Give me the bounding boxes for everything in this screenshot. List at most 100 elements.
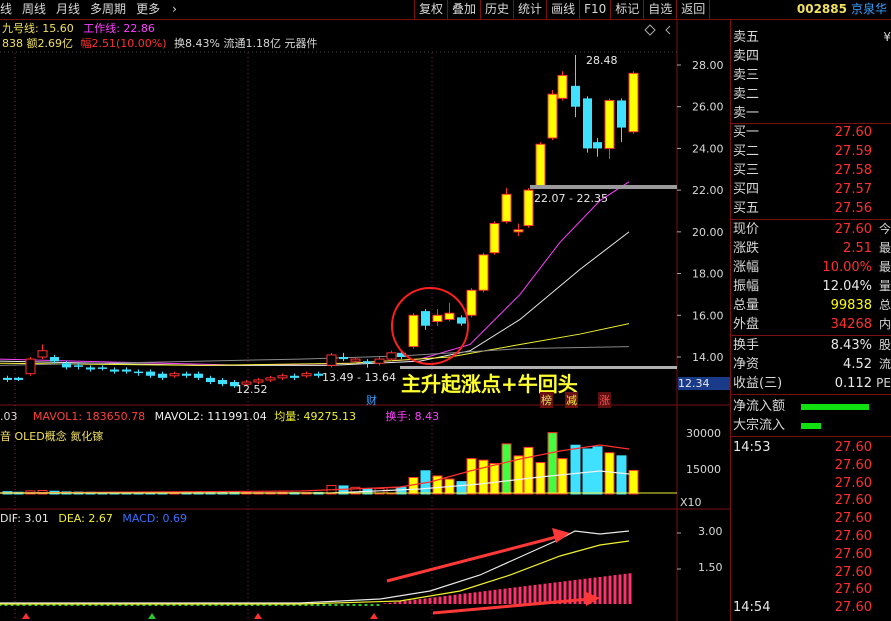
kline-chart-svg[interactable]: 28.00 26.00 24.00 22.00 20.00 18.00 16.00 14.00: [0, 19, 730, 621]
tick-row[interactable]: 27.60: [731, 456, 891, 474]
stat-row-4: 总量 99838 总: [731, 296, 891, 315]
tick-price: 27.60: [834, 600, 872, 616]
stat2-row-0-tail: 股: [878, 338, 891, 352]
candle-body: [290, 375, 299, 378]
ask-level-5-tail: ¥: [883, 30, 891, 44]
work-line-value: 工作线: 22.86: [83, 22, 155, 35]
turnover-rate-value: 换手: 8.43: [385, 410, 440, 423]
candle-body: [265, 377, 276, 381]
candle-body: [374, 358, 385, 364]
nine-line-value: 九号线: 15.60: [2, 22, 74, 35]
watchlist-button[interactable]: 自选: [643, 0, 676, 19]
flow-row-1-label: 大宗流入: [733, 418, 786, 433]
tab-more[interactable]: 更多 ›: [136, 1, 187, 18]
candle-body: [547, 93, 558, 139]
diamond-icon[interactable]: [644, 24, 656, 36]
bid-level-3: 买三 27.58: [731, 161, 891, 180]
candle-body: [74, 365, 83, 367]
volume-bar: [592, 446, 603, 495]
breakout-circle: [391, 287, 469, 365]
statistics-button[interactable]: 统计: [513, 0, 546, 19]
reduce-holding-marker[interactable]: 减: [565, 392, 578, 408]
tick-price: 27.60: [834, 546, 872, 562]
period-tabs: 线 周线 月线 多周期 更多 ›: [0, 1, 197, 18]
dif-value: DIF: 3.01: [0, 512, 49, 525]
tick-price: 27.60: [834, 582, 872, 598]
stat-row-5: 外盘 34268 内: [731, 315, 891, 334]
ask-level-2-label: 卖二: [733, 87, 760, 102]
volume-bar: [616, 455, 627, 495]
candle-body: [386, 352, 397, 360]
volume-header: .03 MAVOL1: 183650.78 MAVOL2: 111991.04 …: [0, 408, 439, 424]
stock-title: 002885 京泉华: [797, 1, 887, 18]
f10-button[interactable]: F10: [579, 0, 610, 19]
stat2-row-0: 换手 8.43% 股: [731, 336, 891, 355]
tick-price: 27.60: [834, 511, 872, 527]
restore-rights-button[interactable]: 复权: [414, 0, 447, 19]
tick-row[interactable]: 27.60: [731, 527, 891, 545]
candle-body: [444, 312, 455, 320]
bid-level-3-value: 27.58: [834, 163, 872, 178]
tool-buttons: 复权 叠加 历史 统计 画线 F10 标记 自选 返回: [414, 0, 711, 19]
stat-row-3-tail: 量: [878, 279, 891, 293]
finance-marker[interactable]: 财: [366, 392, 377, 408]
bid-level-5: 买五 27.56: [731, 199, 891, 218]
bid-level-5-label: 买五: [733, 201, 760, 216]
bid-level-4-value: 27.57: [834, 182, 872, 197]
dragon-tiger-marker[interactable]: 榜: [540, 392, 553, 408]
signal-arrow: [254, 613, 262, 619]
price-axis-label: 18.00: [692, 268, 724, 281]
candle-body: [110, 369, 119, 372]
candle-body: [50, 357, 59, 362]
bid-level-1-label: 买一: [733, 125, 760, 140]
tick-price: 27.60: [834, 457, 872, 473]
tab-multi-period[interactable]: 多周期: [90, 1, 126, 18]
candle-body: [501, 193, 512, 222]
volume-axis-30000: 30000: [686, 427, 721, 440]
flow-bar-0: [801, 404, 869, 410]
candle-body: [593, 142, 602, 149]
stat2-row-1: 净资 4.52 流: [731, 355, 891, 374]
stat-row-2: 涨幅 10.00% 最: [731, 258, 891, 277]
resistance-range-label: 22.07 - 22.35: [534, 192, 608, 205]
tab-month-line[interactable]: 月线: [56, 1, 80, 18]
stat2-row-0-value: 8.43%: [830, 338, 872, 353]
tick-row[interactable]: 14:53 27.60: [731, 438, 891, 456]
candlesticks: [3, 54, 639, 388]
candle-body: [253, 379, 264, 383]
flow-bar-1: [801, 423, 821, 429]
tick-price: 27.60: [834, 564, 872, 580]
tab-week-line[interactable]: 周线: [22, 1, 46, 18]
volume-bar: [628, 469, 639, 495]
tick-row[interactable]: 27.60: [731, 580, 891, 598]
draw-line-button[interactable]: 画线: [546, 0, 579, 19]
tick-row[interactable]: 27.60: [731, 563, 891, 581]
volume-bar: [489, 463, 500, 495]
chevron-left-icon[interactable]: [665, 25, 671, 35]
tick-price: 27.60: [834, 475, 872, 491]
history-button[interactable]: 历史: [480, 0, 513, 19]
volume-unit: X10: [680, 496, 702, 509]
price-axis-label: 24.00: [692, 142, 724, 155]
average-volume-value: 均量: 49275.13: [274, 410, 356, 423]
tab-day-line[interactable]: 线: [0, 1, 12, 18]
cursor-price-tag: 12.34: [678, 377, 730, 390]
candle-body: [37, 350, 48, 358]
tick-row[interactable]: 27.60: [731, 474, 891, 492]
mark-button[interactable]: 标记: [610, 0, 643, 19]
price-axis-label: 14.00: [692, 351, 724, 364]
candle-body: [628, 72, 639, 133]
candle-body: [146, 371, 155, 376]
flow-row-1: 大宗流入: [731, 416, 891, 435]
kline-chart-area[interactable]: 28.00 26.00 24.00 22.00 20.00 18.00 16.00 14.00: [0, 19, 730, 621]
tick-row[interactable]: 27.60: [731, 545, 891, 563]
candle-body: [583, 98, 592, 149]
back-button[interactable]: 返回: [676, 0, 711, 19]
tick-row[interactable]: 27.60: [731, 491, 891, 509]
limit-up-marker[interactable]: 涨: [598, 392, 611, 408]
bid-level-3-label: 买三: [733, 163, 760, 178]
overlay-button[interactable]: 叠加: [447, 0, 480, 19]
tick-row[interactable]: 14:54 27.60: [731, 598, 891, 616]
tick-row[interactable]: 27.60: [731, 509, 891, 527]
price-axis-label: 16.00: [692, 309, 724, 322]
